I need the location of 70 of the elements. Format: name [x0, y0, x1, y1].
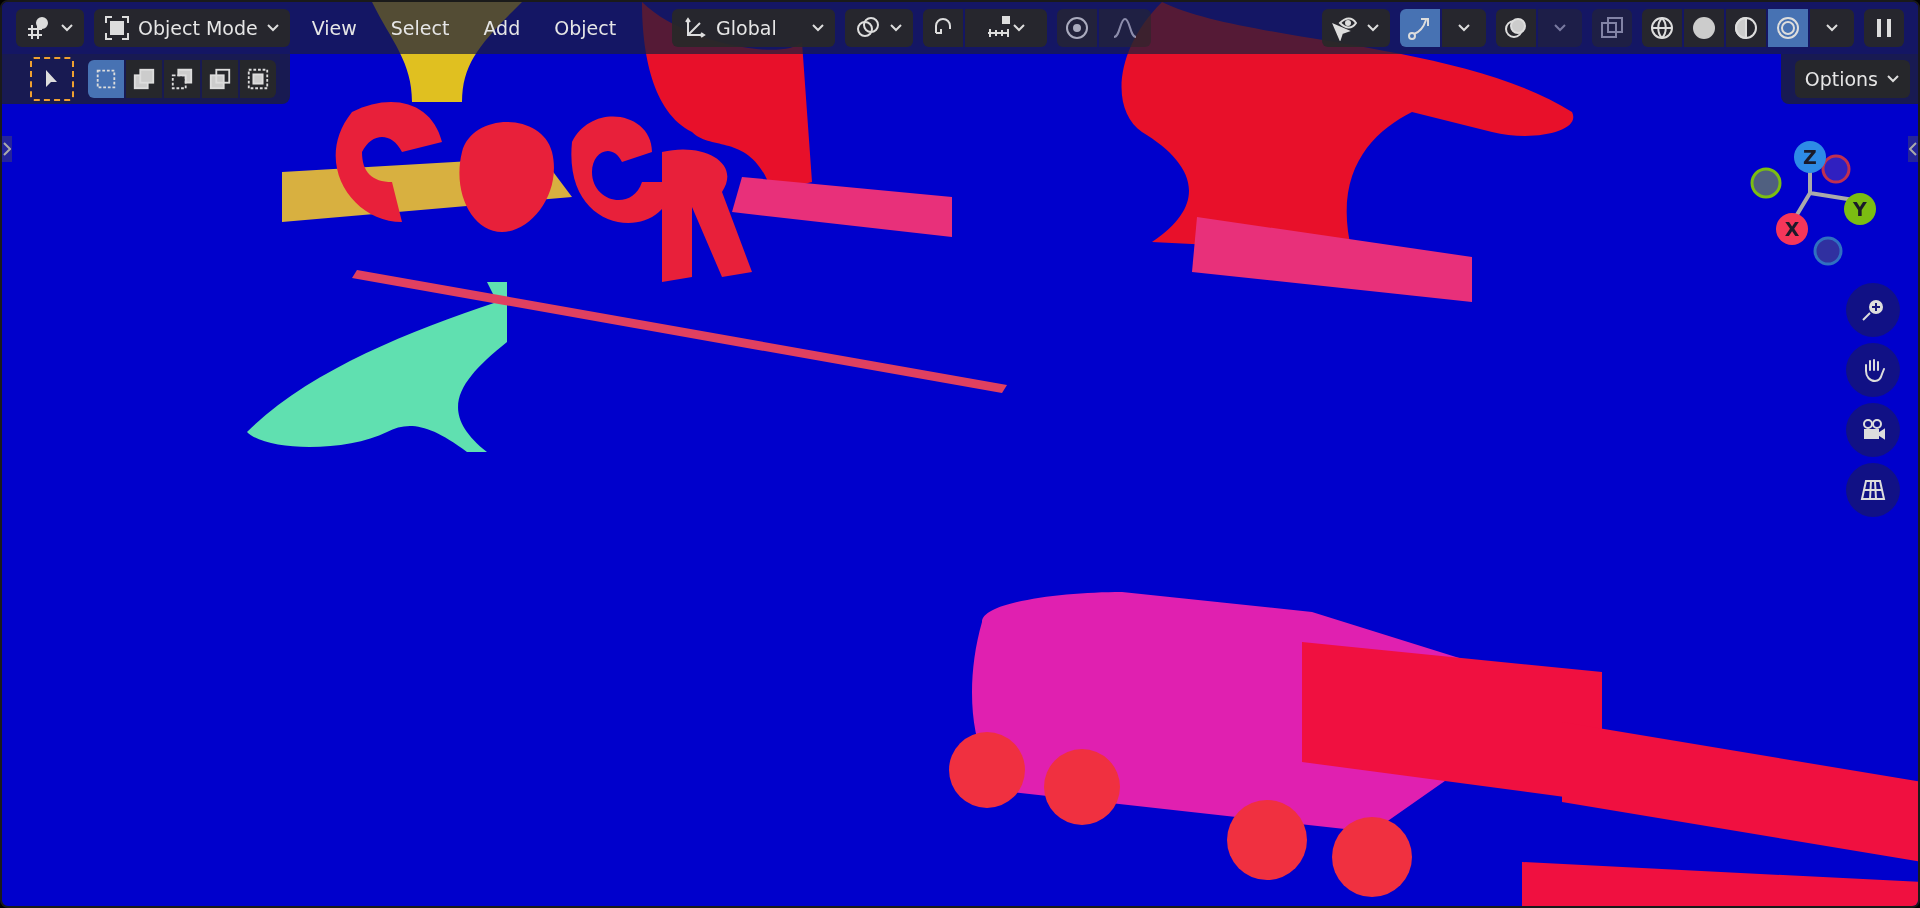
selectability-dropdown[interactable] — [1322, 9, 1390, 47]
proportional-editing-toggle[interactable] — [1056, 9, 1097, 47]
select-invert-icon — [208, 66, 232, 92]
material-sphere-icon — [1733, 15, 1759, 41]
selection-mode-button[interactable] — [202, 60, 238, 98]
3d-viewport[interactable]: Object Mode View Select Add Object Global Options Z Y X — [0, 0, 1920, 908]
negative-axis-handle[interactable] — [1821, 154, 1851, 184]
axis-label: Z — [1803, 146, 1817, 168]
menu-item[interactable]: Select — [378, 9, 462, 47]
falloff-dropdown[interactable] — [1098, 9, 1151, 47]
xray-squares-icon — [1599, 15, 1625, 41]
axis-handle[interactable] — [1844, 193, 1876, 225]
target-circle-icon — [1063, 15, 1090, 41]
bell-curve-icon — [1111, 15, 1138, 41]
chevron-right-icon — [3, 142, 11, 156]
negative-axis-handle[interactable] — [1750, 167, 1782, 199]
caret-icon — [810, 23, 825, 33]
caret-icon — [265, 23, 280, 33]
selection-mode-button[interactable] — [164, 60, 200, 98]
pivot-point-dropdown[interactable] — [844, 9, 913, 47]
wireframe-sphere-icon — [1649, 15, 1675, 41]
axis-handle[interactable] — [1776, 213, 1808, 245]
select-box-tool[interactable] — [30, 57, 74, 101]
snap-toggle[interactable] — [922, 9, 963, 47]
negative-axis-handle[interactable] — [1813, 236, 1843, 266]
caret-icon — [1011, 23, 1026, 33]
shading-mode-button[interactable] — [1726, 9, 1766, 47]
left-panel-toggle[interactable] — [2, 136, 12, 162]
axis-handle[interactable] — [1794, 141, 1826, 173]
pause-button[interactable] — [1864, 9, 1904, 47]
caret-icon — [60, 23, 74, 33]
caret-icon — [1825, 23, 1839, 33]
ortho-grid-button[interactable] — [1846, 463, 1900, 517]
selection-mode-button[interactable] — [126, 60, 162, 98]
shading-mode-button[interactable] — [1684, 9, 1724, 47]
caret-icon — [1457, 23, 1471, 33]
zoom-button[interactable] — [1846, 283, 1900, 337]
grid-icon — [1858, 477, 1888, 503]
object-mode-icon — [104, 15, 130, 41]
mode-dropdown[interactable]: Object Mode — [94, 9, 290, 47]
pan-button[interactable] — [1846, 343, 1900, 397]
camera-view-button[interactable] — [1846, 403, 1900, 457]
orientation-dropdown[interactable]: Global — [672, 9, 835, 47]
editor-type-button[interactable] — [16, 9, 84, 47]
selection-mode-button[interactable] — [240, 60, 276, 98]
caret-icon — [1553, 23, 1567, 33]
eye-cursor-icon — [1332, 15, 1358, 41]
axis-label: Y — [1853, 198, 1867, 220]
overlay-toggle[interactable] — [1496, 9, 1536, 47]
overlapping-circles-icon — [1503, 15, 1529, 41]
navigation-gizmo[interactable]: Z Y X — [1748, 137, 1908, 277]
options-dropdown[interactable]: Options — [1794, 60, 1910, 98]
select-subtract-icon — [170, 66, 194, 92]
menu-item[interactable]: Object — [542, 9, 629, 47]
chevron-left-icon — [1909, 142, 1917, 156]
caret-icon — [888, 23, 903, 33]
solid-sphere-icon — [1691, 15, 1717, 41]
rendered-sphere-icon — [1775, 15, 1801, 41]
gizmo-toggle[interactable] — [1400, 9, 1440, 47]
xray-toggle[interactable] — [1592, 9, 1632, 47]
menu-item[interactable]: View — [299, 9, 369, 47]
right-panel-toggle[interactable] — [1908, 136, 1918, 162]
caret-icon — [1366, 23, 1380, 33]
caret-icon — [1886, 74, 1900, 84]
select-extend-icon — [132, 66, 156, 92]
shading-mode-button[interactable] — [1642, 9, 1682, 47]
axis-label: X — [1784, 218, 1800, 240]
snap-target-dropdown[interactable] — [964, 9, 1047, 47]
select-intersect-icon — [246, 66, 270, 92]
menu-item[interactable]: Add — [471, 9, 533, 47]
